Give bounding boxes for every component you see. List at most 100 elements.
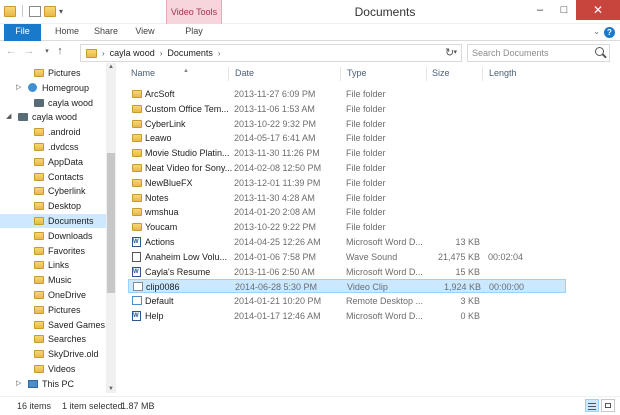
- chevron-right-icon[interactable]: ›: [160, 49, 163, 58]
- quick-access-toolbar: ▾: [4, 5, 63, 17]
- file-row[interactable]: Leawo 2014-05-17 6:41 AM File folder: [128, 131, 566, 145]
- nav-item[interactable]: AppData: [0, 155, 106, 169]
- search-icon[interactable]: [595, 47, 604, 56]
- file-row[interactable]: Neat Video for Sony... 2014-02-08 12:50 P…: [128, 161, 566, 175]
- nav-item[interactable]: Links: [0, 258, 106, 272]
- search-box[interactable]: [467, 44, 610, 62]
- scrollbar-thumb[interactable]: [107, 153, 115, 293]
- computer-icon: [28, 379, 38, 388]
- nav-item[interactable]: Downloads: [0, 229, 106, 243]
- nav-item[interactable]: Music: [0, 273, 106, 287]
- new-folder-icon[interactable]: [44, 5, 56, 17]
- up-button[interactable]: ↑: [53, 45, 67, 59]
- nav-item[interactable]: Pictures: [0, 303, 106, 317]
- column-header-length[interactable]: Length: [489, 68, 517, 78]
- file-row[interactable]: ArcSoft 2013-11-27 6:09 PM File folder: [128, 87, 566, 101]
- column-divider[interactable]: [426, 67, 427, 81]
- address-bar[interactable]: › cayla wood › Documents › ▾: [80, 44, 462, 62]
- file-row[interactable]: Movie Studio Platin... 2013-11-30 11:26 P…: [128, 146, 566, 160]
- nav-item[interactable]: Pictures: [0, 66, 106, 80]
- forward-button[interactable]: →: [22, 45, 36, 59]
- tab-play[interactable]: Play: [166, 24, 222, 41]
- nav-item[interactable]: Saved Games: [0, 318, 106, 332]
- nav-item[interactable]: Contacts: [0, 170, 106, 184]
- column-header-size[interactable]: Size: [432, 68, 450, 78]
- file-size: 3 KB: [460, 296, 480, 307]
- file-row[interactable]: clip0086 2014-06-28 5:30 PM Video Clip 1,92…: [128, 279, 566, 294]
- expand-ribbon-icon[interactable]: ⌄: [593, 27, 600, 36]
- breadcrumb-documents[interactable]: Documents: [167, 48, 213, 58]
- file-date: 2014-01-17 12:46 AM: [234, 311, 321, 321]
- nav-item[interactable]: Videos: [0, 362, 106, 376]
- nav-item[interactable]: .dvdcss: [0, 140, 106, 154]
- chevron-right-icon[interactable]: ›: [218, 49, 221, 58]
- nav-item[interactable]: Documents: [0, 214, 106, 228]
- nav-item[interactable]: Cyberlink: [0, 184, 106, 198]
- video-tools-contextual-tab: Video Tools: [166, 0, 222, 24]
- file-date: 2014-01-21 10:20 PM: [234, 296, 322, 307]
- file-name: Default: [145, 296, 174, 307]
- file-row[interactable]: Custom Office Tem... 2013-11-06 1:53 AM Fi…: [128, 102, 566, 116]
- properties-icon[interactable]: [29, 5, 41, 17]
- close-button[interactable]: ✕: [576, 0, 620, 20]
- column-divider[interactable]: [228, 67, 229, 81]
- tab-file[interactable]: File: [4, 24, 41, 41]
- file-type: Microsoft Word D...: [346, 266, 423, 277]
- nav-item[interactable]: ▷ Homegroup: [0, 81, 106, 95]
- file-row[interactable]: Cayla's Resume 2013-11-06 2:50 AM Microsof…: [128, 265, 566, 279]
- window-controls: – □ ✕: [528, 0, 620, 20]
- scroll-down-icon[interactable]: ▼: [106, 386, 116, 392]
- tab-home[interactable]: Home: [50, 24, 84, 41]
- refresh-icon[interactable]: ↻: [445, 46, 454, 59]
- tab-view[interactable]: View: [130, 24, 160, 41]
- expand-arrow-icon[interactable]: ▷: [16, 81, 21, 95]
- column-header-date[interactable]: Date: [235, 68, 254, 78]
- nav-item-label: Contacts: [48, 171, 84, 182]
- back-button[interactable]: ←: [4, 45, 18, 59]
- file-row[interactable]: Youcam 2013-10-22 9:22 PM File folder: [128, 220, 566, 234]
- file-type: File folder: [346, 163, 386, 173]
- maximize-button[interactable]: □: [552, 0, 576, 20]
- column-divider[interactable]: [482, 67, 483, 81]
- search-input[interactable]: [472, 47, 590, 59]
- navigation-scrollbar[interactable]: ▲ ▼: [106, 63, 116, 393]
- customize-toolbar-icon[interactable]: ▾: [59, 7, 63, 16]
- folder-icon: [132, 223, 142, 232]
- chevron-right-icon[interactable]: ›: [102, 49, 105, 58]
- nav-item[interactable]: SkyDrive.old: [0, 347, 106, 361]
- nav-item[interactable]: Desktop: [0, 199, 106, 213]
- scroll-up-icon[interactable]: ▲: [106, 64, 116, 70]
- folder-icon: [34, 320, 44, 329]
- tab-share[interactable]: Share: [88, 24, 124, 41]
- nav-item[interactable]: OneDrive: [0, 288, 106, 302]
- nav-item[interactable]: .android: [0, 125, 106, 139]
- nav-item[interactable]: ▷ This PC: [0, 377, 106, 391]
- column-divider[interactable]: [340, 67, 341, 81]
- collapse-arrow-icon[interactable]: ◢: [6, 110, 11, 124]
- file-row[interactable]: wmshua 2014-01-20 2:08 AM File folder: [128, 205, 566, 219]
- help-icon[interactable]: ?: [604, 27, 615, 38]
- folder-icon: [132, 119, 142, 128]
- file-row[interactable]: Default 2014-01-21 10:20 PM Remote Desktop…: [128, 294, 566, 308]
- column-header-type[interactable]: Type: [347, 68, 367, 78]
- large-icons-view-button[interactable]: [601, 399, 615, 412]
- file-row[interactable]: CyberLink 2013-10-22 9:32 PM File folder: [128, 117, 566, 131]
- details-view-button[interactable]: [585, 399, 599, 412]
- breadcrumb-cayla-wood[interactable]: cayla wood: [110, 48, 155, 58]
- nav-item[interactable]: ◢ cayla wood: [0, 110, 106, 124]
- file-row[interactable]: Help 2014-01-17 12:46 AM Microsoft Word D.…: [128, 309, 566, 323]
- file-row[interactable]: Notes 2013-11-30 4:28 AM File folder: [128, 191, 566, 205]
- file-length: 00:00:00: [489, 282, 525, 293]
- expand-arrow-icon[interactable]: ▷: [16, 377, 21, 391]
- nav-item[interactable]: Searches: [0, 332, 106, 346]
- nav-item[interactable]: cayla wood: [0, 96, 106, 110]
- recent-locations-button[interactable]: ▾: [40, 45, 54, 59]
- file-row[interactable]: Actions 2014-04-25 12:26 AM Microsoft Word…: [128, 235, 566, 249]
- file-row[interactable]: NewBlueFX 2013-12-01 11:39 PM File folder: [128, 176, 566, 190]
- word-document-icon: [132, 309, 141, 323]
- nav-item[interactable]: Favorites: [0, 244, 106, 258]
- file-date: 2014-04-25 12:26 AM: [234, 237, 321, 247]
- minimize-button[interactable]: –: [528, 0, 552, 20]
- file-row[interactable]: Anaheim Low Volu... 2014-01-06 7:58 PM Wav…: [128, 250, 566, 264]
- column-header-name[interactable]: Name ▲: [131, 68, 189, 78]
